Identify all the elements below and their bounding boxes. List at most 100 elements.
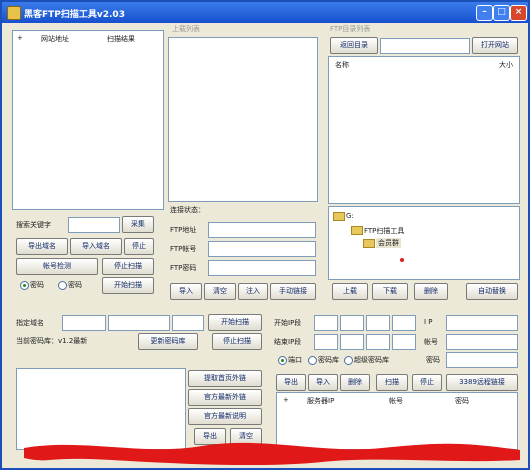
tree-folder-1[interactable]: FTP扫描工具 — [364, 226, 404, 236]
extract-links-button[interactable]: 提取首页外链 — [188, 370, 262, 387]
password-radio-label: 密码 — [30, 281, 44, 289]
folder-icon — [351, 226, 363, 235]
upload-list[interactable] — [168, 37, 318, 202]
dict-radio[interactable] — [308, 356, 317, 365]
cursor-marker — [400, 258, 404, 262]
manual-link-button[interactable]: 手动链接 — [270, 283, 316, 300]
ftp-address-input[interactable] — [208, 222, 316, 238]
start-ip-2[interactable] — [340, 315, 364, 331]
clear-button[interactable]: 清空 — [204, 283, 236, 300]
start-scan-button[interactable]: 开始扫描 — [102, 277, 154, 294]
end-ip-3[interactable] — [366, 334, 390, 350]
end-ip-1[interactable] — [314, 334, 338, 350]
inject-button[interactable]: 注入 — [238, 283, 268, 300]
ftp-password-label: FTP密码 — [170, 264, 197, 272]
keyword-label: 搜索关键字 — [16, 221, 51, 229]
delete-button[interactable]: 删除 — [414, 283, 448, 300]
password2-radio[interactable] — [58, 281, 67, 290]
password-radio[interactable] — [20, 281, 29, 290]
col-name[interactable]: 名称 — [335, 60, 349, 70]
domain-input-1[interactable] — [62, 315, 106, 331]
red-redaction-scribble — [24, 442, 520, 466]
password-label: 密码 — [426, 356, 440, 364]
import-domains-button[interactable]: 导入域名 — [70, 238, 122, 255]
domain-stop-scan-button[interactable]: 停止扫描 — [212, 333, 262, 350]
stop-button[interactable]: 停止 — [124, 238, 154, 255]
dir-list[interactable]: 名称 大小 — [328, 56, 520, 204]
domain-input-2[interactable] — [108, 315, 170, 331]
export-domains-button[interactable]: 导出域名 — [16, 238, 68, 255]
auto-replace-button[interactable]: 自动替换 — [466, 283, 518, 300]
folder-open-icon — [363, 239, 375, 248]
superdict-radio[interactable] — [344, 356, 353, 365]
open-site-button[interactable]: 打开网站 — [472, 37, 518, 54]
download-button[interactable]: 下载 — [372, 283, 408, 300]
close-button[interactable]: × — [510, 5, 527, 21]
import-button[interactable]: 导入 — [170, 283, 202, 300]
dir-list-caption: FTP目录列表 — [330, 25, 371, 33]
account-label: 帐号 — [424, 338, 438, 346]
col-check-server: + — [283, 396, 289, 404]
col-password[interactable]: 密码 — [455, 396, 469, 406]
port-radio[interactable] — [278, 356, 287, 365]
start-ip-label: 开始IP段 — [274, 319, 302, 327]
ftp-address-label: FTP地址 — [170, 226, 197, 234]
update-dict-button[interactable]: 更新密码库 — [138, 333, 198, 350]
end-ip-4[interactable] — [392, 334, 416, 350]
dict-version-label: 当前密码库：v1.2最新 — [16, 337, 88, 345]
return-dir-button[interactable]: 返回目录 — [330, 37, 378, 54]
main-window: 黑客FTP扫描工具v2.03 – □ × + 网站地址 扫描结果 搜索关键字 采… — [0, 0, 530, 470]
ftp-account-label: FTP帐号 — [170, 245, 197, 253]
col-check: + — [17, 34, 23, 42]
col-server[interactable]: 服务器IP — [307, 396, 334, 406]
drive-icon — [333, 212, 345, 221]
col-result[interactable]: 扫描结果 — [107, 34, 135, 44]
ip-delete-button[interactable]: 删除 — [340, 374, 370, 391]
maximize-button[interactable]: □ — [493, 5, 510, 21]
dir-path-input[interactable] — [380, 38, 470, 54]
ip-import-button[interactable]: 导入 — [308, 374, 338, 391]
tree-folder-2[interactable]: 会员群 — [376, 238, 401, 248]
title-bar[interactable]: 黑客FTP扫描工具v2.03 – □ × — [2, 2, 528, 23]
start-ip-3[interactable] — [366, 315, 390, 331]
dir-tree[interactable]: G: FTP扫描工具 会员群 — [328, 206, 520, 280]
start-ip-1[interactable] — [314, 315, 338, 331]
official-notes-button[interactable]: 官方最新说明 — [188, 408, 262, 425]
upload-button[interactable]: 上载 — [332, 283, 368, 300]
ip-label: I P — [424, 318, 433, 326]
upload-list-caption: 上载列表 — [172, 25, 200, 33]
search-button[interactable]: 采集 — [122, 216, 154, 233]
domain-start-scan-button[interactable]: 开始扫描 — [208, 314, 262, 331]
ftp-password-input[interactable] — [208, 260, 316, 276]
account-check-button[interactable]: 帐号检测 — [16, 258, 98, 275]
official-links-button[interactable]: 官方最新外链 — [188, 389, 262, 406]
tree-root[interactable]: G: — [346, 212, 354, 220]
superdict-label: 超级密码库 — [354, 356, 389, 364]
stop-scan-button[interactable]: 停止扫描 — [102, 258, 154, 275]
dict-radio-label: 密码库 — [318, 356, 339, 364]
ip-stop-button[interactable]: 停止 — [412, 374, 442, 391]
password-input[interactable] — [446, 352, 518, 368]
ftp-account-input[interactable] — [208, 241, 316, 257]
start-ip-4[interactable] — [392, 315, 416, 331]
end-ip-2[interactable] — [340, 334, 364, 350]
domain-label: 指定域名 — [16, 319, 44, 327]
account-input[interactable] — [446, 334, 518, 350]
keyword-input[interactable] — [68, 217, 120, 233]
end-ip-label: 结束IP段 — [274, 338, 302, 346]
password2-radio-label: 密码 — [68, 281, 82, 289]
app-icon — [7, 6, 21, 20]
ip-export-button[interactable]: 导出 — [276, 374, 306, 391]
minimize-button[interactable]: – — [476, 5, 493, 21]
col-account[interactable]: 帐号 — [389, 396, 403, 406]
col-site[interactable]: 网站地址 — [41, 34, 69, 44]
window-title: 黑客FTP扫描工具v2.03 — [24, 10, 125, 20]
ip-input[interactable] — [446, 315, 518, 331]
port-label: 端口 — [288, 356, 302, 364]
rdp-link-button[interactable]: 3389远程链接 — [446, 374, 518, 391]
col-size[interactable]: 大小 — [499, 60, 513, 70]
ip-scan-button[interactable]: 扫描 — [376, 374, 408, 391]
site-list[interactable]: + 网站地址 扫描结果 — [12, 30, 164, 210]
connection-status-label: 连接状态： — [170, 206, 205, 214]
domain-input-3[interactable] — [172, 315, 204, 331]
